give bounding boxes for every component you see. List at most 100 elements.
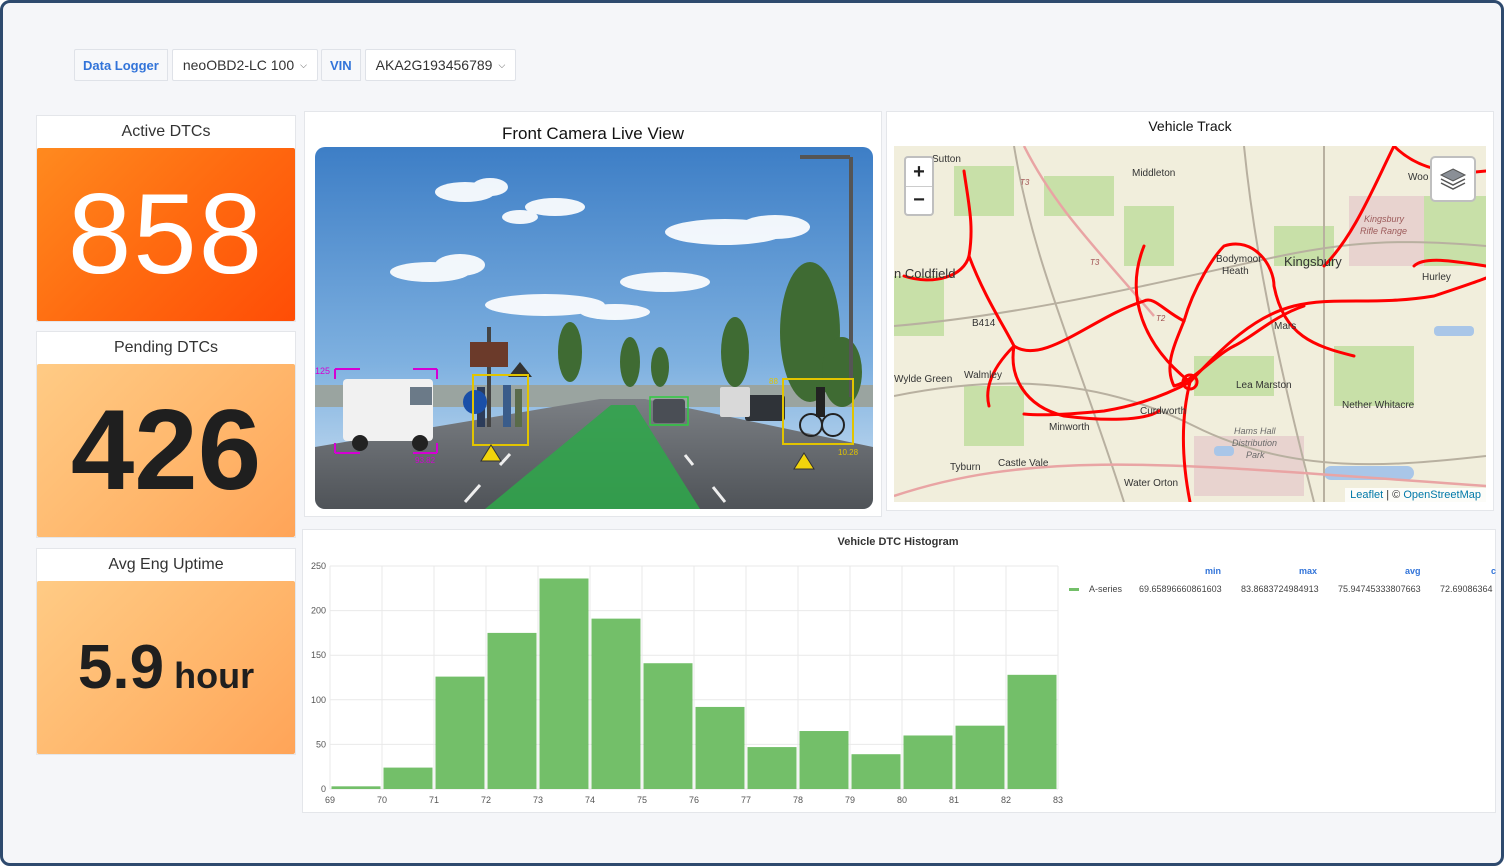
- zoom-out-button[interactable]: −: [906, 186, 932, 214]
- data-logger-select[interactable]: neoOBD2-LC 100 ⌵: [171, 49, 318, 81]
- map-place-label: Kingsbury: [1284, 254, 1342, 269]
- legend-avg-value: 75.94745333807663: [1338, 584, 1421, 594]
- y-tick-label: 150: [311, 650, 326, 660]
- histogram-bar: [799, 731, 849, 789]
- camera-feed[interactable]: 125 93.82 88 10.28: [315, 147, 873, 509]
- vehicle-track-panel: Vehicle Track Sutton Middleton Woo n Col…: [886, 111, 1494, 511]
- map-place-label: Minworth: [1049, 422, 1090, 433]
- legend-series-name[interactable]: A-series: [1089, 584, 1122, 594]
- legend-min-value: 69.65896660861603: [1139, 584, 1222, 594]
- map-place-label: Curdworth: [1140, 406, 1187, 417]
- map-place-label: Lea Marston: [1236, 380, 1292, 391]
- map-place-label: Castle Vale: [998, 458, 1049, 469]
- panel-title: Active DTCs: [121, 123, 211, 140]
- map-place-label: Nether Whitacre: [1342, 400, 1415, 411]
- zoom-in-button[interactable]: +: [906, 158, 932, 186]
- histogram-chart: 0 50 100 150 200 250 69 70 71 72 73 74 75 76 77 78 79 80 8…: [311, 561, 1063, 805]
- detection-label: 125: [315, 366, 330, 376]
- camera-frame-image: 125 93.82 88 10.28: [315, 147, 873, 509]
- vehicle-track-map[interactable]: Sutton Middleton Woo n Coldfield Bodymoo…: [894, 146, 1486, 502]
- panel-title: Avg Eng Uptime: [108, 556, 224, 573]
- panel-title: Front Camera Live View: [501, 124, 685, 143]
- x-tick-label: 73: [533, 795, 543, 805]
- map-place-label: Woo: [1408, 172, 1429, 183]
- x-tick-label: 72: [481, 795, 491, 805]
- y-tick-label: 50: [316, 739, 326, 749]
- vin-variable: VIN AKA2G193456789 ⌵: [321, 49, 517, 81]
- data-logger-label: Data Logger: [74, 49, 168, 81]
- x-tick-label: 71: [429, 795, 439, 805]
- map-place-label: Hams Hall: [1234, 426, 1276, 436]
- legend-series-swatch: [1069, 588, 1079, 591]
- x-tick-label: 70: [377, 795, 387, 805]
- x-tick-label: 83: [1053, 795, 1063, 805]
- x-tick-label: 75: [637, 795, 647, 805]
- attribution-separator: | ©: [1383, 489, 1404, 501]
- avg-eng-uptime-panel: Avg Eng Uptime 5.9 hour: [36, 548, 296, 755]
- x-tick-label: 69: [325, 795, 335, 805]
- x-tick-label: 76: [689, 795, 699, 805]
- map-place-label: Heath: [1222, 266, 1249, 277]
- vin-select[interactable]: AKA2G193456789 ⌵: [364, 49, 517, 81]
- map-place-label: Park: [1246, 450, 1265, 460]
- y-tick-label: 0: [321, 784, 326, 794]
- data-logger-value: neoOBD2-LC 100: [182, 57, 295, 73]
- histogram-bar: [435, 676, 485, 789]
- map-road-label: T3: [1090, 258, 1100, 267]
- active-dtcs-value-box: 858: [37, 148, 295, 321]
- legend-current-value: 72.69086364: [1440, 584, 1493, 594]
- map-place-label: Middleton: [1132, 168, 1176, 179]
- avg-eng-uptime-value-box: 5.9 hour: [37, 581, 295, 754]
- map-place-label: Kingsbury: [1364, 214, 1405, 224]
- front-camera-panel: Front Camera Live View 125 93.82 88 10.2…: [304, 111, 882, 517]
- x-tick-label: 80: [897, 795, 907, 805]
- y-tick-label: 200: [311, 606, 326, 616]
- map-place-label: Tyburn: [950, 462, 981, 473]
- avg-eng-uptime-value: 5.9: [77, 633, 165, 702]
- histogram-bar: [383, 767, 433, 789]
- openstreetmap-link[interactable]: OpenStreetMap: [1403, 489, 1481, 501]
- y-tick-label: 100: [311, 695, 326, 705]
- histogram-bar: [1007, 674, 1057, 789]
- histogram-bar: [851, 754, 901, 789]
- x-tick-label: 77: [741, 795, 751, 805]
- legend-max-value: 83.8683724984913: [1241, 584, 1319, 594]
- map-place-label: Bodymoor: [1216, 254, 1262, 265]
- pending-dtcs-panel: Pending DTCs 426: [36, 331, 296, 538]
- map-attribution: Leaflet | © OpenStreetMap: [1345, 488, 1486, 502]
- legend-header-current: c: [1491, 566, 1497, 576]
- map-zoom-control: + −: [904, 156, 934, 216]
- chevron-down-icon: ⌵: [300, 59, 307, 70]
- histogram-bar: [903, 735, 953, 789]
- active-dtcs-value: 858: [67, 171, 265, 298]
- x-tick-label: 82: [1001, 795, 1011, 805]
- histogram-bar: [747, 747, 797, 789]
- map-place-label: Mars: [1274, 321, 1297, 332]
- histogram-bar: [487, 632, 537, 789]
- x-tick-label: 74: [585, 795, 595, 805]
- x-tick-label: 79: [845, 795, 855, 805]
- panel-title: Vehicle Track: [1148, 118, 1232, 134]
- map-place-label: Rifle Range: [1360, 226, 1408, 236]
- vehicle-dtc-histogram-panel: Vehicle DTC Histogram 0 50 100 150 200 250 69 7…: [302, 529, 1496, 813]
- map-place-label: Distribution: [1232, 438, 1278, 448]
- pending-dtcs-value: 426: [70, 387, 262, 514]
- leaflet-link[interactable]: Leaflet: [1350, 489, 1383, 501]
- map-layers-button[interactable]: [1430, 156, 1476, 202]
- map-road-label: T2: [1156, 314, 1166, 323]
- legend-header-max: max: [1299, 566, 1318, 576]
- active-dtcs-panel: Active DTCs 858: [36, 115, 296, 322]
- detection-label: 93.82: [415, 456, 436, 465]
- x-tick-label: 81: [949, 795, 959, 805]
- pending-dtcs-value-box: 426: [37, 364, 295, 537]
- x-tick-label: 78: [793, 795, 803, 805]
- map-road-label: B414: [972, 318, 996, 329]
- histogram-bar: [643, 663, 693, 789]
- chevron-down-icon: ⌵: [498, 59, 506, 70]
- map-place-label: Hurley: [1422, 272, 1451, 283]
- layers-icon: [1439, 168, 1467, 190]
- detection-label: 10.28: [838, 448, 859, 457]
- map-place-label: Wylde Green: [894, 374, 953, 385]
- map-road-label: T3: [1020, 178, 1030, 187]
- map-place-label: Sutton: [932, 154, 961, 165]
